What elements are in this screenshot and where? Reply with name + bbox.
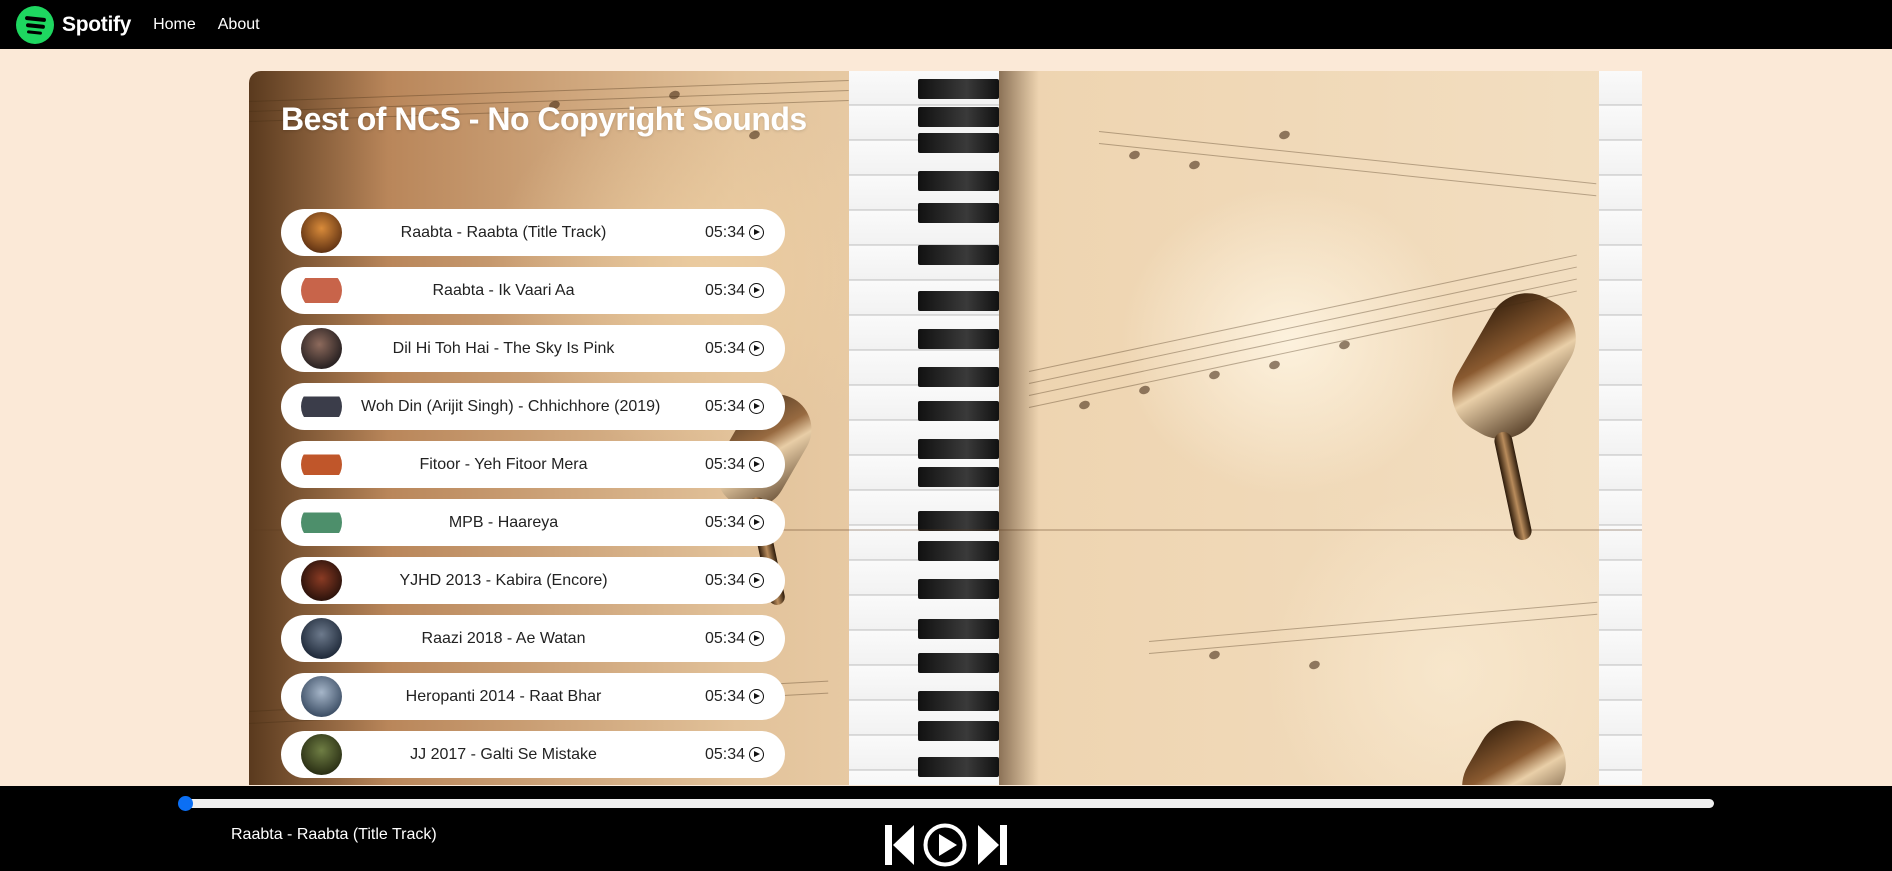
piano-black-key <box>918 107 999 127</box>
song-duration: 05:34 <box>704 687 745 705</box>
song-duration: 05:34 <box>704 397 745 415</box>
song-cover-image <box>301 734 342 775</box>
song-item[interactable]: Fitoor - Yeh Fitoor Mera 05:34 <box>281 441 785 488</box>
previous-track-icon[interactable] <box>884 822 916 868</box>
now-playing-title: Raabta - Raabta (Title Track) <box>231 826 437 843</box>
song-item[interactable]: Raabta - Ik Vaari Aa 05:34 <box>281 267 785 314</box>
song-cover-image <box>301 560 342 601</box>
song-cover-image <box>301 502 342 543</box>
song-cover-image <box>301 328 342 369</box>
song-name: Raabta - Ik Vaari Aa <box>432 281 575 299</box>
piano-black-key <box>918 367 999 387</box>
song-name: MPB - Haareya <box>448 513 559 531</box>
song-cover-image <box>301 270 342 311</box>
play-circle-icon[interactable] <box>749 747 764 762</box>
play-circle-icon[interactable] <box>749 689 764 704</box>
piano-keys-image <box>849 71 999 785</box>
piano-black-key <box>918 757 999 777</box>
song-item[interactable]: JJ 2017 - Galti Se Mistake 05:34 <box>281 731 785 778</box>
song-cover-image <box>301 212 342 253</box>
song-name: Raabta - Raabta (Title Track) <box>400 223 607 241</box>
progress-slider-thumb[interactable] <box>178 796 193 811</box>
song-name: YJHD 2013 - Kabira (Encore) <box>399 571 608 589</box>
piano-black-key <box>918 439 999 459</box>
song-name: Heropanti 2014 - Raat Bhar <box>405 687 602 705</box>
play-circle-icon[interactable] <box>749 631 764 646</box>
song-item[interactable]: Woh Din (Arijit Singh) - Chhichhore (201… <box>281 383 785 430</box>
song-duration: 05:34 <box>704 455 745 473</box>
play-circle-icon[interactable] <box>749 573 764 588</box>
piano-black-key <box>918 511 999 531</box>
nav-link-about[interactable]: About <box>218 16 260 34</box>
song-cover-image <box>301 386 342 427</box>
play-circle-icon[interactable] <box>749 457 764 472</box>
piano-black-key <box>918 401 999 421</box>
play-circle-icon[interactable] <box>749 225 764 240</box>
microphone-image-bottom <box>1429 705 1629 785</box>
song-list: Raabta - Raabta (Title Track) 05:34 Raab… <box>281 209 785 789</box>
song-duration: 05:34 <box>704 339 745 357</box>
song-item[interactable]: Dil Hi Toh Hai - The Sky Is Pink 05:34 <box>281 325 785 372</box>
piano-black-key <box>918 245 999 265</box>
piano-black-key <box>918 467 999 487</box>
play-circle-button[interactable] <box>922 822 968 868</box>
song-name: Raazi 2018 - Ae Watan <box>421 629 586 647</box>
play-circle-icon[interactable] <box>749 399 764 414</box>
song-cover-image <box>301 618 342 659</box>
song-cover-image <box>301 676 342 717</box>
piano-black-key <box>918 541 999 561</box>
song-duration: 05:34 <box>704 745 745 763</box>
song-name: Woh Din (Arijit Singh) - Chhichhore (201… <box>361 397 661 415</box>
piano-black-key <box>918 721 999 741</box>
song-item[interactable]: Heropanti 2014 - Raat Bhar 05:34 <box>281 673 785 720</box>
song-name: JJ 2017 - Galti Se Mistake <box>410 745 597 763</box>
song-name: Fitoor - Yeh Fitoor Mera <box>419 455 588 473</box>
piano-black-key <box>918 79 999 99</box>
piano-black-key <box>918 171 999 191</box>
song-duration: 05:34 <box>704 513 745 531</box>
navbar: Spotify Home About <box>0 0 1892 49</box>
piano-black-key <box>918 133 999 153</box>
next-track-icon[interactable] <box>976 822 1008 868</box>
microphone-image <box>1429 271 1629 542</box>
song-item[interactable]: Raabta - Raabta (Title Track) 05:34 <box>281 209 785 256</box>
brand[interactable]: Spotify <box>16 5 132 44</box>
play-circle-icon[interactable] <box>749 283 764 298</box>
song-duration: 05:34 <box>704 629 745 647</box>
spotify-logo-icon <box>16 5 54 44</box>
piano-black-key <box>918 619 999 639</box>
playlist-title: Best of NCS - No Copyright Sounds <box>281 101 807 137</box>
piano-black-key <box>918 653 999 673</box>
song-duration: 05:34 <box>704 281 745 299</box>
song-cover-image <box>301 444 342 485</box>
piano-black-key <box>918 329 999 349</box>
progress-bar[interactable] <box>184 799 1714 808</box>
player-controls <box>884 822 1008 868</box>
play-circle-icon[interactable] <box>749 515 764 530</box>
piano-black-key <box>918 203 999 223</box>
song-duration: 05:34 <box>704 223 745 241</box>
piano-black-key <box>918 579 999 599</box>
song-item[interactable]: YJHD 2013 - Kabira (Encore) 05:34 <box>281 557 785 604</box>
piano-black-key <box>918 691 999 711</box>
nav-link-home[interactable]: Home <box>153 16 196 34</box>
play-circle-icon[interactable] <box>749 341 764 356</box>
song-item[interactable]: MPB - Haareya 05:34 <box>281 499 785 546</box>
piano-black-key <box>918 291 999 311</box>
brand-name: Spotify <box>62 12 132 36</box>
song-duration: 05:34 <box>704 571 745 589</box>
song-item[interactable]: Raazi 2018 - Ae Watan 05:34 <box>281 615 785 662</box>
song-name: Dil Hi Toh Hai - The Sky Is Pink <box>392 339 615 357</box>
